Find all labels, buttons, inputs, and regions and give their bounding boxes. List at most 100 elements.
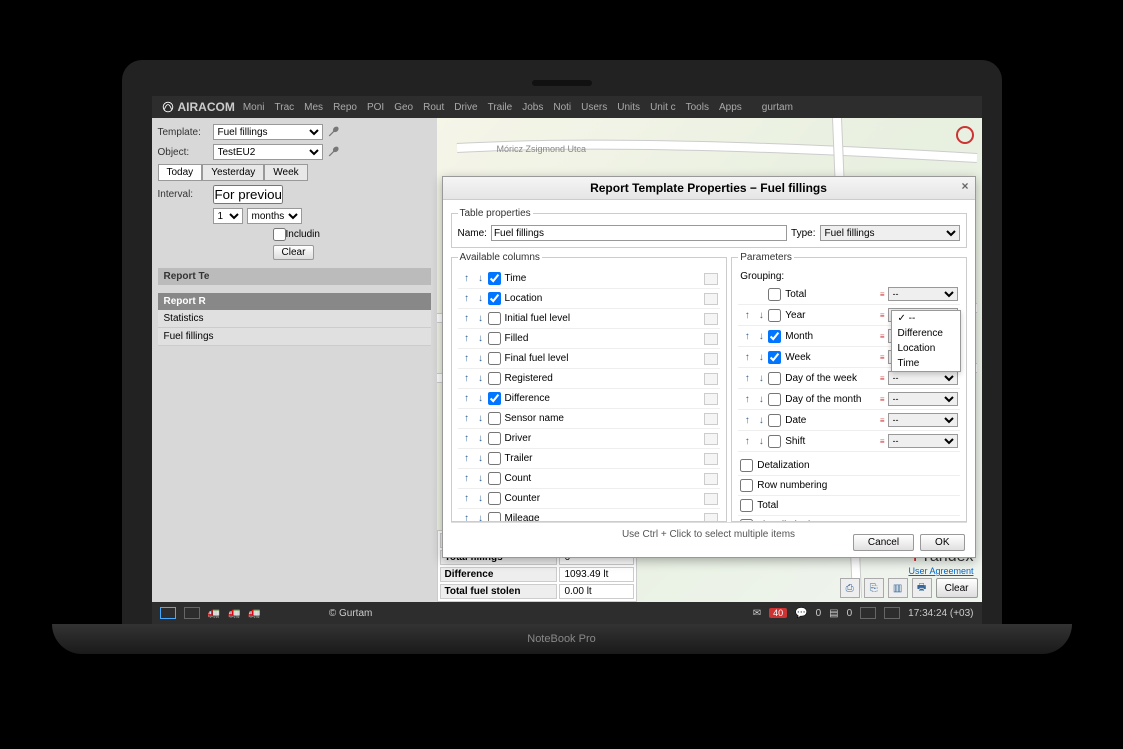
nav-item[interactable]: Repo [329, 100, 361, 115]
nav-item[interactable]: Users [577, 100, 611, 115]
up-icon[interactable]: ↑ [462, 453, 472, 464]
opts-icon[interactable]: ≡ [880, 311, 884, 320]
up-icon[interactable]: ↑ [462, 513, 472, 522]
chart-icon[interactable]: ▥ [888, 578, 908, 598]
col-check[interactable] [488, 372, 501, 385]
grp-check[interactable] [768, 393, 781, 406]
edit-icon[interactable] [704, 493, 718, 505]
down-icon[interactable]: ↓ [476, 273, 486, 284]
down-icon[interactable]: ↓ [756, 394, 766, 405]
up-icon[interactable]: ↑ [462, 273, 472, 284]
col-check[interactable] [488, 432, 501, 445]
nav-item[interactable]: Moni [239, 100, 269, 115]
up-icon[interactable]: ↑ [462, 493, 472, 504]
close-icon[interactable]: × [961, 179, 968, 193]
sort-select[interactable]: -- [888, 434, 958, 448]
including-check[interactable] [273, 228, 286, 241]
down-icon[interactable]: ↓ [756, 352, 766, 363]
user-agreement-link[interactable]: User Agreement [908, 566, 973, 576]
edit-icon[interactable] [704, 513, 718, 523]
nav-item[interactable]: Trac [271, 100, 299, 115]
opts-icon[interactable]: ≡ [880, 332, 884, 341]
dropdown-option[interactable]: Difference [892, 326, 960, 341]
name-input[interactable] [491, 225, 787, 241]
down-icon[interactable]: ↓ [476, 353, 486, 364]
chat-icon[interactable]: 💬 [795, 608, 807, 619]
down-icon[interactable]: ↓ [476, 313, 486, 324]
nav-item[interactable]: Apps [715, 100, 746, 115]
col-check[interactable] [488, 332, 501, 345]
interval-mode[interactable] [213, 185, 283, 204]
edit-icon[interactable] [704, 333, 718, 345]
col-check[interactable] [488, 452, 501, 465]
sms-icon[interactable]: ▤ [829, 608, 838, 619]
up-icon[interactable]: ↑ [742, 415, 752, 426]
edit-icon[interactable] [704, 413, 718, 425]
opts-icon[interactable]: ≡ [880, 353, 884, 362]
up-icon[interactable]: ↑ [742, 373, 752, 384]
wrench-icon[interactable] [327, 125, 341, 139]
opts-icon[interactable]: ≡ [880, 290, 884, 299]
col-check[interactable] [488, 412, 501, 425]
nav-item[interactable]: Geo [390, 100, 417, 115]
down-icon[interactable]: ↓ [476, 493, 486, 504]
col-check[interactable] [488, 472, 501, 485]
edit-icon[interactable] [704, 473, 718, 485]
print-icon[interactable]: 🖶 [912, 578, 932, 598]
up-icon[interactable]: ↑ [462, 293, 472, 304]
clear-map-button[interactable]: Clear [936, 578, 978, 598]
down-icon[interactable]: ↓ [756, 310, 766, 321]
up-icon[interactable]: ↑ [462, 473, 472, 484]
col-check[interactable] [488, 292, 501, 305]
list-item[interactable]: Fuel fillings [158, 328, 431, 346]
view-icon[interactable] [184, 607, 200, 619]
nav-item[interactable]: Noti [549, 100, 575, 115]
grp-check[interactable] [768, 414, 781, 427]
nav-item[interactable]: Traile [484, 100, 517, 115]
interval-tab[interactable]: Today [158, 164, 203, 181]
vehicle-icon[interactable]: 🚛 [248, 608, 260, 619]
cancel-button[interactable]: Cancel [853, 534, 914, 551]
template-select[interactable]: Fuel fillings [213, 124, 323, 140]
edit-icon[interactable] [704, 453, 718, 465]
view-icon[interactable] [160, 607, 176, 619]
nav-item[interactable]: Jobs [518, 100, 547, 115]
grp-check[interactable] [768, 288, 781, 301]
object-select[interactable]: TestEU2 [213, 144, 323, 160]
param-check[interactable] [740, 479, 753, 492]
nav-item[interactable]: Unit c [646, 100, 680, 115]
interval-tab[interactable]: Week [264, 164, 307, 181]
status-icon[interactable] [860, 607, 876, 619]
down-icon[interactable]: ↓ [476, 293, 486, 304]
up-icon[interactable]: ↑ [462, 353, 472, 364]
col-check[interactable] [488, 512, 501, 522]
edit-icon[interactable] [704, 313, 718, 325]
type-select[interactable]: Fuel fillings [820, 225, 960, 241]
param-check[interactable] [740, 499, 753, 512]
wrench-icon[interactable] [327, 145, 341, 159]
down-icon[interactable]: ↓ [476, 433, 486, 444]
nav-item[interactable]: Rout [419, 100, 448, 115]
col-check[interactable] [488, 352, 501, 365]
edit-icon[interactable] [704, 353, 718, 365]
sort-select[interactable]: -- [888, 392, 958, 406]
down-icon[interactable]: ↓ [756, 415, 766, 426]
down-icon[interactable]: ↓ [756, 373, 766, 384]
opts-icon[interactable]: ≡ [880, 395, 884, 404]
clear-button[interactable]: Clear [273, 245, 315, 260]
msg-icon[interactable]: ✉ [753, 608, 761, 619]
up-icon[interactable]: ↑ [462, 333, 472, 344]
up-icon[interactable]: ↑ [742, 352, 752, 363]
nav-item[interactable]: gurtam [758, 100, 797, 115]
down-icon[interactable]: ↓ [476, 413, 486, 424]
up-icon[interactable]: ↑ [462, 313, 472, 324]
nav-item[interactable] [748, 100, 756, 115]
col-check[interactable] [488, 392, 501, 405]
nav-item[interactable]: Tools [682, 100, 713, 115]
interval-tab[interactable]: Yesterday [202, 164, 264, 181]
grp-check[interactable] [768, 309, 781, 322]
list-item[interactable]: Statistics [158, 310, 431, 328]
edit-icon[interactable] [704, 293, 718, 305]
edit-icon[interactable] [704, 373, 718, 385]
vehicle-icon[interactable]: 🚛 [208, 608, 220, 619]
